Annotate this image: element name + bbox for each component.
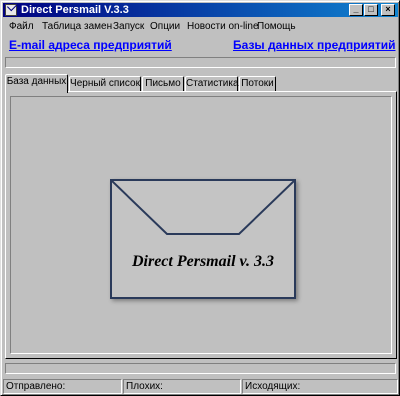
tab-letter[interactable]: Письмо (142, 76, 184, 92)
menu-bar: Файл Таблица замен Запуск Опции Новости … (3, 18, 398, 35)
tab-database[interactable]: База данных (5, 74, 68, 93)
title-bar[interactable]: Direct Persmail V.3.3 _ □ × (3, 3, 398, 17)
window-title: Direct Persmail V.3.3 (21, 4, 129, 16)
maximize-button[interactable]: □ (364, 4, 378, 16)
menu-run[interactable]: Запуск (113, 20, 144, 33)
main-window: Direct Persmail V.3.3 _ □ × Файл Таблица… (0, 0, 400, 396)
tab-panel: Direct Persmail v. 3.3 (5, 91, 397, 359)
menu-replacement-table[interactable]: Таблица замен (42, 20, 112, 33)
tab-blacklist[interactable]: Черный список (69, 76, 141, 92)
menu-help[interactable]: Помощь (257, 20, 296, 33)
envelope-icon (112, 181, 294, 235)
email-addresses-link[interactable]: E-mail адреса предприятий (9, 38, 172, 53)
app-icon[interactable] (5, 4, 17, 16)
bottom-progress-strip (5, 363, 396, 374)
envelope-logo: Direct Persmail v. 3.3 (110, 179, 296, 299)
status-outgoing: Исходящих: (242, 379, 398, 394)
status-bar: Отправлено: Плохих: Исходящих: (3, 379, 398, 394)
top-progress-strip (5, 57, 396, 68)
minimize-button[interactable]: _ (349, 4, 363, 16)
menu-file[interactable]: Файл (9, 20, 34, 33)
tab-statistics[interactable]: Статистика (185, 76, 239, 92)
tab-strip: База данных Черный список Письмо Статист… (5, 74, 397, 93)
menu-options[interactable]: Опции (150, 20, 180, 33)
close-button[interactable]: × (381, 4, 395, 16)
tab-threads[interactable]: Потоки (239, 76, 276, 92)
status-bad: Плохих: (123, 379, 241, 394)
menu-news-online[interactable]: Новости on-line (187, 20, 259, 33)
panel-content-area: Direct Persmail v. 3.3 (10, 96, 392, 354)
envelope-caption: Direct Persmail v. 3.3 (131, 253, 275, 270)
company-databases-link[interactable]: Базы данных предприятий (233, 38, 396, 53)
status-sent: Отправлено: (3, 379, 122, 394)
